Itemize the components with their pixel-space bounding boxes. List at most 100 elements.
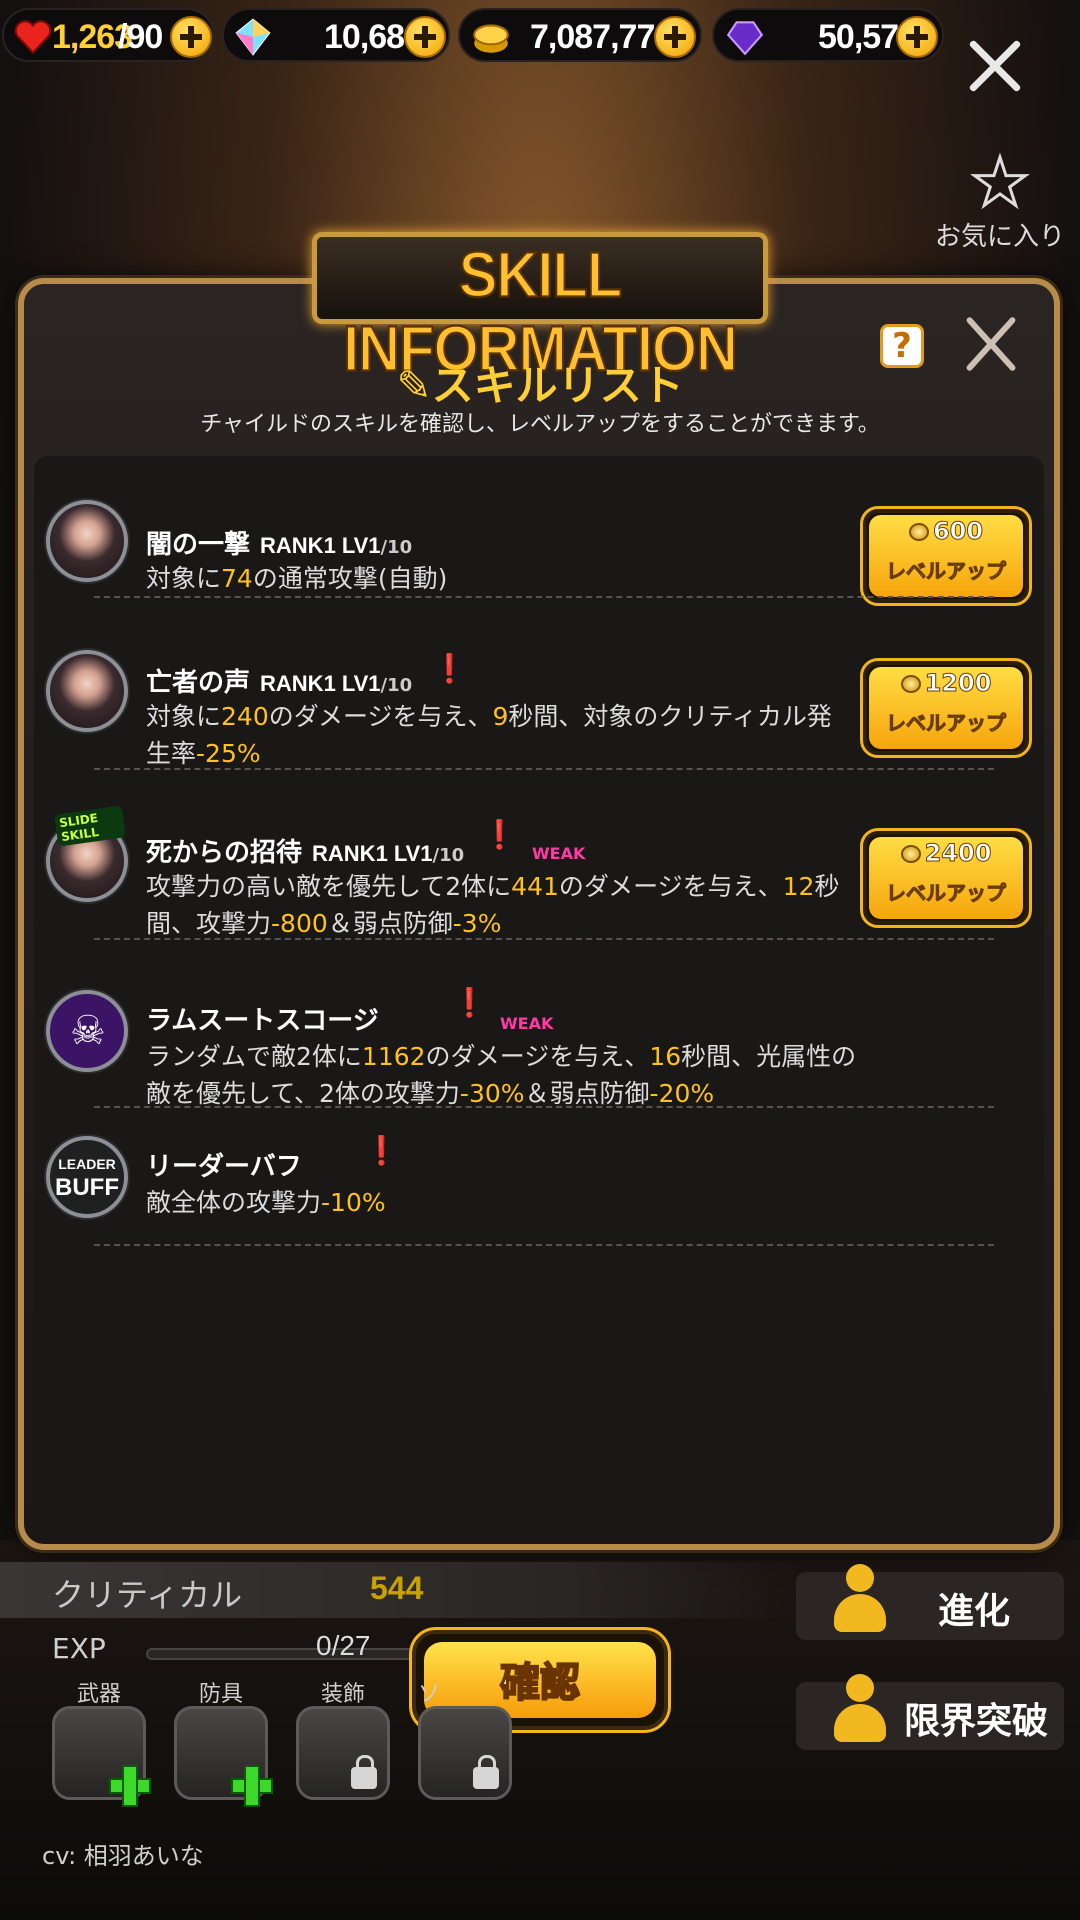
skull-icon: ☠ <box>70 1008 106 1054</box>
skill-name: 闇の一撃 <box>146 530 251 560</box>
add-gem-button[interactable] <box>896 16 938 58</box>
skill-level: LV1 <box>341 671 381 696</box>
close-screen-button[interactable] <box>965 36 1025 96</box>
level-up-button[interactable]: 600 レベルアップ <box>860 506 1032 606</box>
dialog-title-plate: SKILL INFORMATION <box>312 232 768 386</box>
skill-description: 対象に74の通常攻撃(自動) <box>146 564 448 593</box>
exp-label: EXP <box>52 1632 106 1665</box>
soul-label: ソ <box>418 1682 441 1707</box>
divider <box>94 596 994 598</box>
add-crystal-button[interactable] <box>404 16 446 58</box>
skill-row: SLIDE SKILL 死からの招待 RANK1 LV1/10 ❗ WEAK 攻撃力… <box>34 796 1044 938</box>
slide-skill-badge: SLIDE SKILL <box>54 805 126 847</box>
level-up-cost: 1200 <box>863 669 1029 698</box>
heart-icon <box>14 20 52 55</box>
level-up-cost: 2400 <box>863 839 1029 868</box>
soul-slot[interactable] <box>418 1706 512 1800</box>
buff-label: BUFF <box>55 1174 119 1201</box>
skill-row: LEADER BUFF リーダーバフ ❗ 敵全体の攻撃力-10% <box>34 1124 1044 1234</box>
stamina-max: /90 <box>118 18 163 56</box>
skill-rank: RANK1 <box>312 841 388 866</box>
stamina-counter: 1,263 /90 <box>2 8 214 62</box>
gold-coin-icon <box>900 845 921 863</box>
skill-avatar <box>46 650 128 732</box>
divider <box>94 1244 994 1246</box>
evolve-label: 進化 <box>938 1591 1011 1632</box>
gold-counter: 7,087,773 <box>458 8 702 62</box>
add-icon <box>109 1765 151 1807</box>
skill-name: リーダーバフ <box>146 1152 302 1182</box>
level-up-button[interactable]: 2400 レベルアップ <box>860 828 1032 928</box>
skill-name-line: 闇の一撃 RANK1 LV1/10 <box>146 524 412 561</box>
skill-list-subtitle: チャイルドのスキルを確認し、レベルアップをすることができます。 <box>200 412 880 437</box>
gem-counter: 50,571 <box>712 8 944 62</box>
level-up-cost: 600 <box>863 517 1029 546</box>
critical-stat-row: クリティカル 544 <box>0 1562 800 1618</box>
lock-icon <box>473 1755 499 1789</box>
star-icon: ★ <box>969 144 1031 221</box>
debuff-icon: ❗ <box>364 1134 399 1167</box>
exp-value: 0/27 <box>316 1630 371 1661</box>
armor-slot[interactable] <box>174 1706 273 1807</box>
weak-tag: WEAK <box>532 844 586 863</box>
skill-avatar <box>46 500 128 582</box>
person-star-icon <box>834 1564 886 1640</box>
critical-value: 544 <box>370 1570 424 1606</box>
skill-rank: RANK1 <box>260 671 336 696</box>
exp-progress-bar <box>146 1648 416 1660</box>
level-up-label: レベルアップ <box>886 881 1007 906</box>
add-gold-button[interactable] <box>654 16 696 58</box>
lock-icon <box>351 1755 377 1789</box>
purple-gem-icon <box>726 21 764 56</box>
skill-level: LV1 <box>341 533 381 558</box>
favorite-button[interactable]: ★ お気に入り <box>930 144 1070 253</box>
debuff-icon: ❗ <box>452 986 487 1019</box>
add-stamina-button[interactable] <box>170 16 212 58</box>
add-icon <box>231 1765 273 1807</box>
confirm-label: 確認 <box>499 1659 581 1707</box>
skill-description: 敵全体の攻撃力-10% <box>146 1188 386 1217</box>
skill-row: 亡者の声 RANK1 LV1/10 ❗ 対象に240のダメージを与え、9秒間、対象の… <box>34 624 1044 768</box>
divider <box>94 1106 994 1108</box>
person-plus-icon <box>834 1674 886 1750</box>
weapon-label: 武器 <box>76 1682 121 1707</box>
crystal-counter: 10,680 <box>222 8 450 62</box>
critical-label: クリティカル <box>52 1576 243 1614</box>
voice-actor-credit: cv: 相羽あいな <box>42 1842 204 1870</box>
skill-name: 死からの招待 <box>146 838 303 868</box>
skill-avatar: ☠ <box>46 990 128 1072</box>
skill-name-line: ラムスートスコージ <box>146 1000 379 1037</box>
debuff-icon: ❗ <box>482 818 517 851</box>
debuff-icon: ❗ <box>432 652 467 685</box>
skill-level: LV1 <box>393 841 433 866</box>
skill-description: 攻撃力の高い敵を優先して2体に441のダメージを与え、12秒間、攻撃力-800＆… <box>146 872 840 938</box>
skill-name: ラムスートスコージ <box>146 1006 379 1036</box>
skill-level-max: /10 <box>380 537 413 558</box>
evolve-button[interactable]: 進化 <box>796 1564 1064 1640</box>
rainbow-crystal-icon <box>235 18 271 56</box>
skill-avatar: SLIDE SKILL <box>46 805 128 902</box>
skill-list: 闇の一撃 RANK1 LV1/10 対象に74の通常攻撃(自動) 600 レベルアッ… <box>34 456 1044 1516</box>
accessory-label: 装飾 <box>320 1682 365 1707</box>
gold-coin-icon <box>473 24 509 53</box>
skill-name-line: 亡者の声 RANK1 LV1/10 <box>146 662 412 699</box>
level-up-label: レベルアップ <box>886 711 1007 736</box>
skill-name: 亡者の声 <box>146 668 251 698</box>
level-up-button[interactable]: 1200 レベルアップ <box>860 658 1032 758</box>
skill-row: ☠ ラムスートスコージ ❗ WEAK ランダムで敵2体に1162のダメージを与え… <box>34 966 1044 1108</box>
accessory-slot[interactable] <box>296 1706 390 1800</box>
skill-level-max: /10 <box>380 675 413 696</box>
gold-coin-icon <box>908 523 929 541</box>
currency-bar: 1,263 /90 10,680 7,087,773 50,571 <box>0 8 1080 64</box>
gold-coin-icon <box>900 675 921 693</box>
skill-list-heading: ✎スキルリスト <box>0 352 1080 413</box>
divider <box>94 938 994 940</box>
limit-break-label: 限界突破 <box>904 1701 1049 1742</box>
skill-row: 闇の一撃 RANK1 LV1/10 対象に74の通常攻撃(自動) 600 レベルアッ… <box>34 486 1044 606</box>
weapon-slot[interactable] <box>52 1706 151 1807</box>
limit-break-button[interactable]: 限界突破 <box>796 1674 1064 1750</box>
skill-name-line: 死からの招待 RANK1 LV1/10 <box>146 832 464 869</box>
weak-tag: WEAK <box>500 1014 554 1033</box>
level-up-label: レベルアップ <box>886 559 1007 584</box>
skill-name-line: リーダーバフ <box>146 1146 302 1183</box>
